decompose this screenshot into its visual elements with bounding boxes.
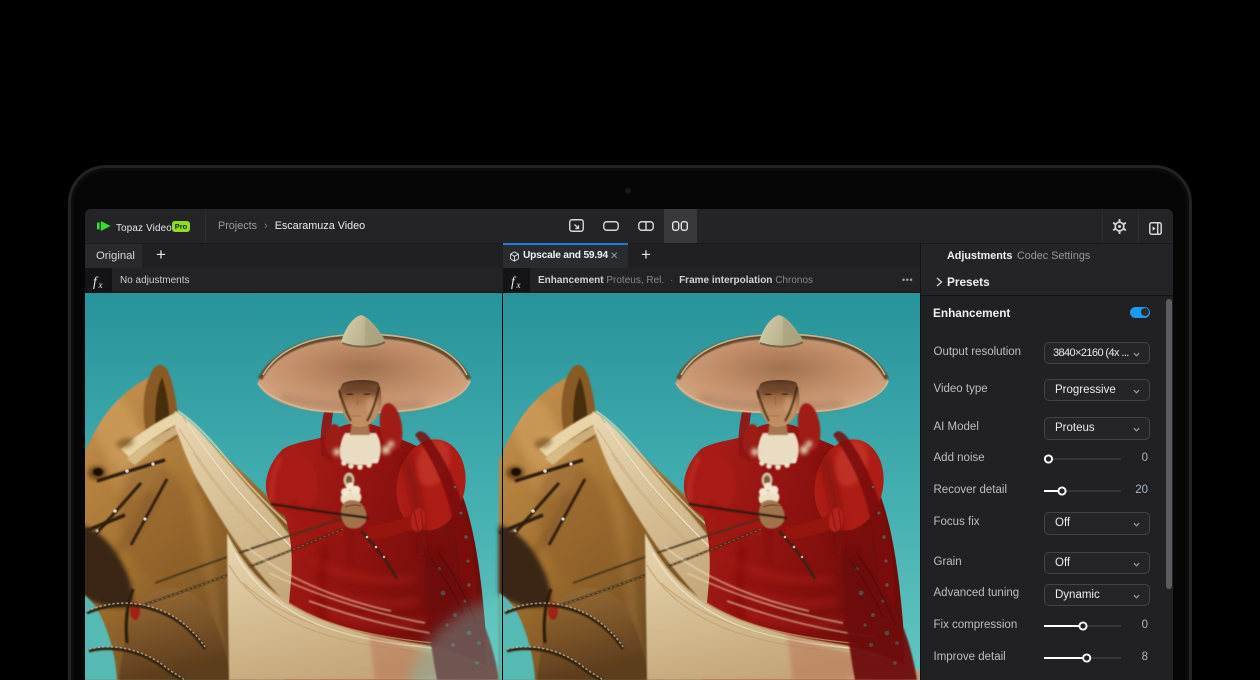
svg-text:x: x [98,280,103,290]
svg-text:x: x [516,280,521,290]
